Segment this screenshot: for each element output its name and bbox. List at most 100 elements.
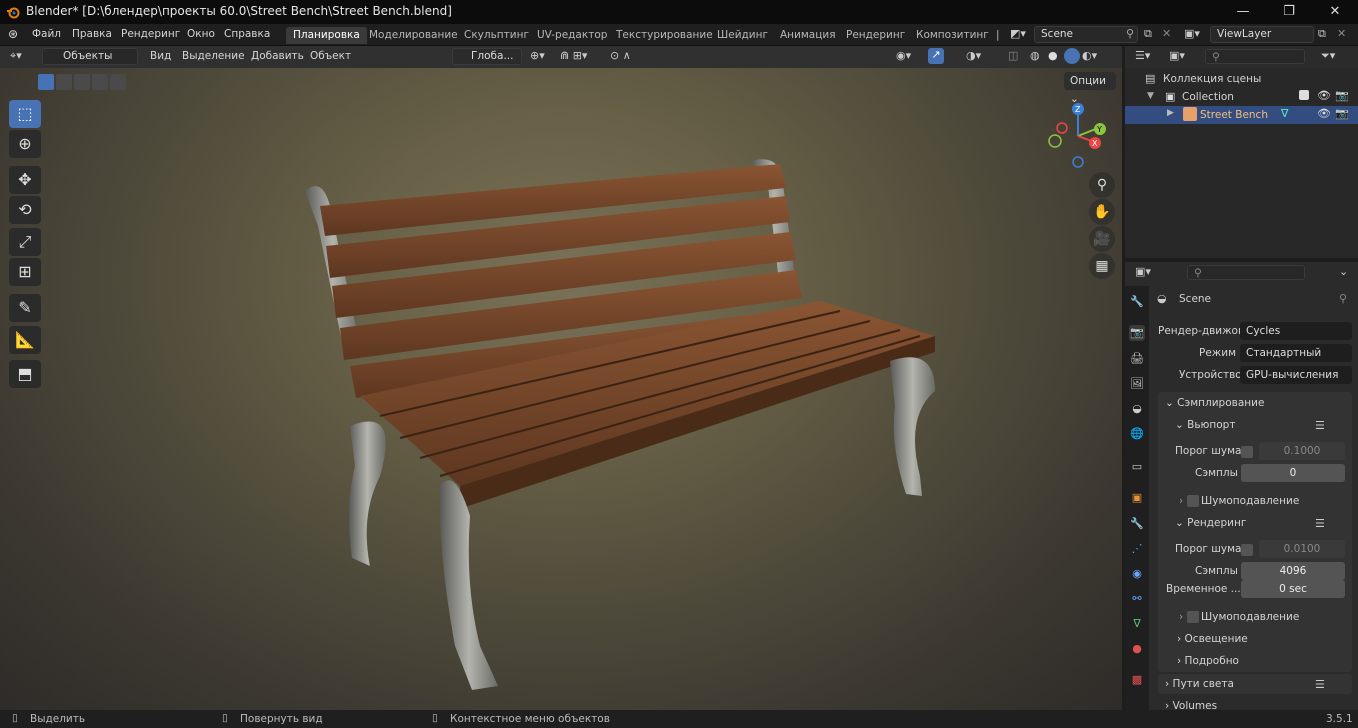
tab-shading[interactable]: Шейдинг — [710, 27, 775, 44]
outliner-editor-icon[interactable]: ☰▾ — [1135, 49, 1150, 62]
proportional-edit-icon[interactable]: ⊙ ∧ — [610, 49, 631, 62]
mode-dropdown[interactable]: Стандартный — [1240, 344, 1352, 362]
transform-tool[interactable]: ⊞ — [9, 258, 41, 286]
vp-noise-field[interactable]: 0.1000 — [1259, 442, 1345, 460]
select-new-icon[interactable] — [38, 74, 54, 90]
outliner-row-street-bench[interactable]: ▶ Street Bench ∇ 👁 📷 — [1125, 106, 1358, 124]
tab-compositing[interactable]: Композитинг — [909, 27, 996, 44]
physics-tab-icon[interactable]: ◉ — [1129, 566, 1145, 582]
select-box-tool[interactable]: ⬚ — [9, 100, 41, 128]
menu-help[interactable]: Справка — [224, 28, 270, 40]
advanced-subpanel[interactable]: › Подробно — [1177, 655, 1239, 667]
minimize-button[interactable]: — — [1220, 0, 1266, 24]
new-scene-icon[interactable]: ⧉ — [1144, 27, 1152, 41]
tool-tab-icon[interactable]: 🔧 — [1129, 294, 1145, 310]
checkbox-icon[interactable] — [1299, 90, 1309, 100]
menu-file[interactable]: Файл — [32, 28, 61, 40]
r-denoise-checkbox[interactable] — [1187, 611, 1199, 623]
chevron-right-icon[interactable]: › — [1179, 611, 1183, 623]
menu-add[interactable]: Добавить — [251, 50, 304, 62]
camera-icon[interactable]: 📷 — [1335, 107, 1349, 120]
modifier-tab-icon[interactable]: 🔧 — [1129, 516, 1145, 532]
eye-icon[interactable]: 👁 — [1317, 107, 1331, 120]
vp-noise-checkbox[interactable] — [1241, 446, 1253, 458]
view-layer-icon[interactable]: ▣▾ — [1184, 27, 1200, 40]
mode-selector[interactable]: Объекты — [42, 48, 138, 65]
annotate-tool[interactable]: ✎ — [9, 294, 41, 322]
outliner-search-input[interactable]: ⚲ — [1205, 49, 1305, 64]
collection-label[interactable]: Collection — [1182, 91, 1234, 103]
r-noise-checkbox[interactable] — [1241, 544, 1253, 556]
delete-scene-icon[interactable]: ✕ — [1162, 27, 1171, 40]
3d-viewport[interactable]: ⌖▾ Объекты Вид Выделение Добавить Объект… — [0, 46, 1122, 710]
pivot-icon[interactable]: ⊕▾ — [530, 49, 545, 62]
select-invert-icon[interactable] — [92, 74, 108, 90]
tab-texture-paint[interactable]: Текстурирование — [609, 27, 720, 44]
camera-icon[interactable]: 📷 — [1335, 89, 1349, 102]
shading-solid-icon[interactable]: ● — [1048, 49, 1058, 62]
vp-denoise-checkbox[interactable] — [1187, 495, 1199, 507]
measure-tool[interactable]: 📐 — [9, 326, 41, 354]
vp-samples-field[interactable]: 0 — [1241, 464, 1345, 482]
list-icon[interactable]: ☰ — [1315, 517, 1325, 530]
viewport-subpanel[interactable]: ⌄ Вьюпорт — [1175, 419, 1235, 431]
add-cube-tool[interactable]: ⬒ — [9, 360, 41, 388]
constraints-tab-icon[interactable]: ⚯ — [1129, 591, 1145, 607]
lighting-subpanel[interactable]: › Освещение — [1177, 633, 1248, 645]
output-tab-icon[interactable]: 🖨 — [1129, 351, 1145, 367]
collection-tab-icon[interactable]: ▭ — [1129, 459, 1145, 475]
filter-icon[interactable]: ⏷▾ — [1321, 49, 1335, 63]
list-icon[interactable]: ☰ — [1315, 419, 1325, 432]
eye-icon[interactable]: 👁 — [1317, 89, 1331, 102]
scene-selector-icon[interactable]: ◩▾ — [1010, 27, 1026, 40]
menu-edit[interactable]: Правка — [72, 28, 112, 40]
view-layer-tab-icon[interactable]: 🖼 — [1129, 376, 1145, 392]
close-button[interactable]: ✕ — [1312, 0, 1358, 24]
navigation-gizmo[interactable]: Z Y X — [1040, 100, 1110, 170]
render-engine-dropdown[interactable]: Cycles — [1240, 322, 1352, 340]
tab-uv-editing[interactable]: UV-редактор — [530, 27, 614, 44]
tab-modeling[interactable]: Моделирование — [362, 27, 465, 44]
rotate-tool[interactable]: ⟲ — [9, 196, 41, 224]
move-tool[interactable]: ✥ — [9, 166, 41, 194]
xray-icon[interactable]: ◫ — [1008, 49, 1018, 62]
shading-material-icon[interactable] — [1064, 48, 1080, 64]
r-samples-field[interactable]: 4096 — [1241, 562, 1345, 580]
blender-menu-icon[interactable]: ⊛ — [8, 27, 18, 41]
overlay-icon[interactable]: ◑▾ — [966, 49, 981, 62]
list-icon[interactable]: ☰ — [1315, 678, 1325, 691]
select-subtract-icon[interactable] — [74, 74, 90, 90]
select-intersect-icon[interactable] — [110, 74, 126, 90]
texture-tab-icon[interactable]: ▩ — [1129, 672, 1145, 688]
zoom-icon[interactable]: ⚲ — [1089, 172, 1115, 198]
scene-collection-label[interactable]: Коллекция сцены — [1163, 73, 1261, 85]
menu-window[interactable]: Окно — [187, 28, 215, 40]
sampling-header[interactable]: ⌄ Сэмплирование — [1165, 397, 1264, 409]
snap-icon[interactable]: ⋒ ⊞▾ — [560, 49, 587, 62]
device-dropdown[interactable]: GPU-вычисления — [1240, 366, 1352, 384]
particles-tab-icon[interactable]: ⋰ — [1129, 541, 1145, 557]
expand-icon[interactable]: ▶ — [1167, 108, 1174, 118]
shading-wireframe-icon[interactable]: ◍ — [1030, 49, 1040, 62]
scale-tool[interactable]: ⤢ — [9, 228, 41, 256]
menu-object[interactable]: Объект — [310, 50, 351, 62]
grid-perspective-icon[interactable]: ▦ — [1089, 253, 1115, 279]
editor-type-icon[interactable]: ⌖▾ — [10, 49, 22, 63]
properties-editor-icon[interactable]: ▣▾ — [1135, 265, 1151, 278]
render-tab-icon[interactable]: 📷 — [1129, 325, 1145, 341]
pin-icon[interactable]: ⚲ — [1339, 292, 1347, 305]
scene-name-field[interactable]: Scene — [1034, 26, 1138, 43]
visibility-icon[interactable]: ◉▾ — [896, 49, 911, 62]
mesh-data-icon[interactable]: ∇ — [1281, 107, 1288, 120]
shading-rendered-icon[interactable]: ◐▾ — [1082, 49, 1097, 62]
material-tab-icon[interactable]: ● — [1129, 641, 1145, 657]
scene-tab-icon[interactable]: ◒ — [1129, 401, 1145, 417]
tab-sculpting[interactable]: Скульптинг — [457, 27, 536, 44]
select-extend-icon[interactable] — [56, 74, 72, 90]
tab-rendering[interactable]: Рендеринг — [839, 27, 912, 44]
tab-layout[interactable]: Планировка — [286, 27, 367, 44]
menu-view[interactable]: Вид — [150, 50, 171, 62]
properties-search-input[interactable]: ⚲ — [1187, 265, 1305, 280]
view-layer-field[interactable]: ViewLayer — [1210, 26, 1314, 43]
chevron-right-icon[interactable]: › — [1179, 495, 1183, 507]
